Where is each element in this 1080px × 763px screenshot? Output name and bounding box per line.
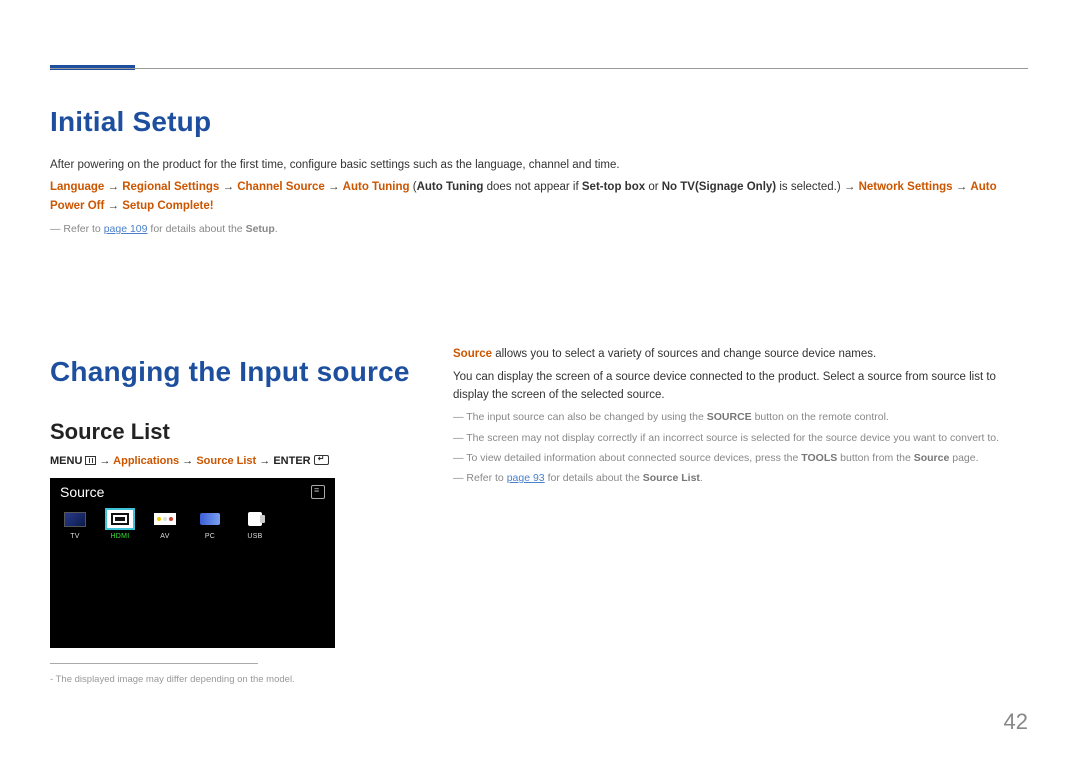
path-applications: Applications: [113, 455, 179, 467]
menu-path: MENU → Applications → Source List → ENTE…: [50, 455, 329, 467]
source-desc-2: You can display the screen of a source d…: [453, 369, 1028, 405]
pc-icon: [200, 513, 220, 525]
path-regional: Regional Settings: [122, 181, 219, 193]
note-tools-button: ― To view detailed information about con…: [453, 450, 1028, 466]
heading-source-list: Source List: [50, 419, 170, 445]
source-pc: PC: [195, 508, 225, 540]
link-page-93[interactable]: page 93: [507, 472, 545, 484]
source-screenshot: Source TV HDMI AV PC USB: [50, 478, 335, 648]
heading-changing-source: Changing the Input source: [50, 356, 410, 388]
note-source-button: ― The input source can also be changed b…: [453, 409, 1028, 425]
initial-setup-section: After powering on the product for the fi…: [50, 156, 1028, 238]
tv-icon: [64, 512, 86, 527]
image-footnote-rule: [50, 663, 258, 664]
setup-path: Language → Regional Settings → Channel S…: [50, 178, 1028, 215]
source-av: AV: [150, 508, 180, 540]
heading-initial-setup: Initial Setup: [50, 106, 211, 138]
path-network: Network Settings: [859, 181, 953, 193]
note-incorrect-source: ― The screen may not display correctly i…: [453, 430, 1028, 446]
setup-footnote: ― Refer to page 109 for details about th…: [50, 221, 1028, 238]
av-icon: [154, 513, 176, 525]
source-hdmi-selected: HDMI: [105, 508, 135, 540]
note-page-93: ― Refer to page 93 for details about the…: [453, 470, 1028, 486]
path-language: Language: [50, 181, 104, 193]
path-source-list: Source List: [196, 455, 256, 467]
path-channel-source: Channel Source: [237, 181, 325, 193]
screenshot-titlebar: Source: [50, 478, 335, 504]
hdmi-icon: [111, 513, 129, 525]
setup-intro-text: After powering on the product for the fi…: [50, 156, 1028, 174]
menu-icon: [85, 456, 96, 465]
usb-icon: [248, 512, 262, 526]
source-icons-row: TV HDMI AV PC USB: [50, 504, 335, 542]
source-usb: USB: [240, 508, 270, 540]
screenshot-title: Source: [60, 484, 104, 500]
source-desc-1: Source allows you to select a variety of…: [453, 346, 1028, 364]
page-number: 42: [1004, 709, 1028, 735]
header-rule: [50, 68, 1028, 69]
tools-icon: [311, 485, 325, 499]
right-column: Source allows you to select a variety of…: [453, 346, 1028, 491]
source-tv: TV: [60, 508, 90, 540]
enter-icon: [314, 455, 329, 465]
path-setup-complete: Setup Complete!: [122, 200, 213, 212]
path-auto-tuning: Auto Tuning: [343, 181, 410, 193]
image-footnote: - The displayed image may differ dependi…: [50, 674, 295, 685]
link-page-109[interactable]: page 109: [104, 223, 148, 235]
